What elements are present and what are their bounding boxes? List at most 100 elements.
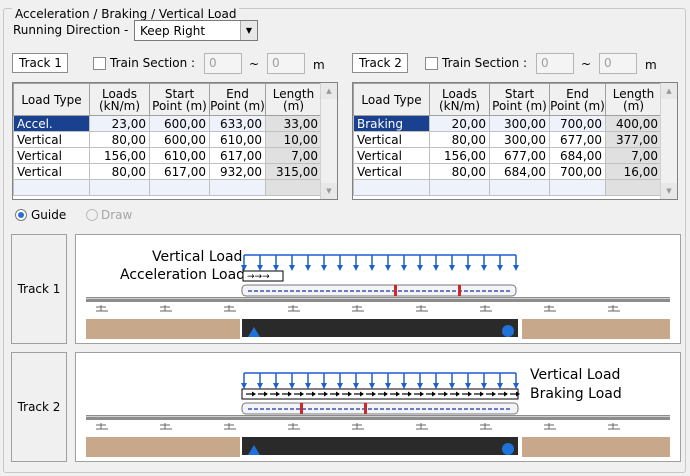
cell-start[interactable]: 610,00 [149,147,210,164]
cell-end[interactable]: 633,00 [209,115,266,132]
col-length[interactable]: Length (m) [265,83,322,116]
cell-start[interactable]: 300,00 [489,131,550,148]
cell-load-type[interactable]: Vertical [13,147,90,164]
cell-end[interactable]: 610,00 [209,131,266,148]
table-row[interactable]: Accel. 23,00 600,00 633,00 33,00 [13,115,322,132]
track2-grid-scrollbar[interactable]: ▲ ▼ [660,83,677,199]
cell-start[interactable]: 600,00 [149,115,210,132]
cell-load-type[interactable]: Vertical [353,163,430,180]
train-icon [241,402,519,415]
cell-load-type[interactable]: Vertical [13,163,90,180]
cell-empty[interactable] [13,179,90,196]
track2-label: Track 2 [352,53,408,73]
track2-section-from-input[interactable]: 0 [536,53,574,74]
col-load-type[interactable]: Load Type [13,83,90,116]
scroll-up-icon[interactable]: ▲ [321,83,337,99]
cell-load-type[interactable]: Vertical [353,131,430,148]
cell-load-type[interactable]: Accel. [13,115,90,132]
cell-empty[interactable] [209,179,266,196]
table-row[interactable]: Vertical 80,00 684,00 700,00 16,00 [353,163,662,180]
track1-train-section-checkbox[interactable] [93,57,106,70]
cell-start[interactable]: 684,00 [489,163,550,180]
cell-load[interactable]: 80,00 [89,163,150,180]
cell-empty[interactable] [353,179,430,196]
load-arrow-head [337,383,343,389]
cell-load[interactable]: 80,00 [89,131,150,148]
scroll-up-icon[interactable]: ▲ [661,83,677,99]
table-row[interactable]: Braking 20,00 300,00 700,00 400,00 [353,115,662,132]
running-direction-select[interactable]: Keep Right ▼ [134,20,258,41]
sleeper-mark [416,305,428,312]
track1-section-from-input[interactable]: 0 [204,53,242,74]
load-arrow-head [417,265,423,271]
guide-radio-label[interactable]: Guide [31,208,66,222]
table-row[interactable]: Vertical 156,00 610,00 617,00 7,00 [13,147,322,164]
col-length[interactable]: Length (m) [605,83,662,116]
track2-section-to-input[interactable]: 0 [599,53,637,74]
track1-section-to-input[interactable]: 0 [267,53,305,74]
cell-empty[interactable] [549,179,606,196]
cell-end[interactable]: 700,00 [549,115,606,132]
col-start-point[interactable]: Start Point (m) [149,83,210,116]
track1-grid-scrollbar[interactable]: ▲ ▼ [320,83,337,199]
col-start-point[interactable]: Start Point (m) [489,83,550,116]
cell-load[interactable]: 20,00 [429,115,490,132]
load-arrow-head [417,383,423,389]
cell-load-type[interactable]: Braking [353,115,430,132]
table-row[interactable]: Vertical 80,00 600,00 610,00 10,00 [13,131,322,148]
col-loads[interactable]: Loads (kN/m) [429,83,490,116]
cell-end[interactable]: 617,00 [209,147,266,164]
chevron-down-icon[interactable]: ▼ [240,21,257,40]
col-end-point[interactable]: End Point (m) [549,83,606,116]
cell-empty[interactable] [89,179,150,196]
guide-radio[interactable] [15,209,27,221]
cell-end[interactable]: 932,00 [209,163,266,180]
cell-end[interactable]: 677,00 [549,131,606,148]
rail-sleepers [96,305,620,312]
load-arrow-head [385,383,391,389]
col-load-type[interactable]: Load Type [353,83,430,116]
sleeper-mark [224,305,236,312]
cell-load[interactable]: 156,00 [89,147,150,164]
cell-load[interactable]: 80,00 [429,163,490,180]
cell-load-type[interactable]: Vertical [13,131,90,148]
draw-radio-label: Draw [101,208,133,222]
vertical-load-arrows [241,372,519,389]
cell-start[interactable]: 300,00 [489,115,550,132]
table-row-new[interactable] [353,179,662,196]
table-row-new[interactable] [13,179,322,196]
cell-length: 377,00 [605,131,662,148]
cell-start[interactable]: 600,00 [149,131,210,148]
cell-start[interactable]: 677,00 [489,147,550,164]
table-row[interactable]: Vertical 80,00 617,00 932,00 315,00 [13,163,322,180]
table-row[interactable]: Vertical 156,00 677,00 684,00 7,00 [353,147,662,164]
track2-load-grid[interactable]: Load Type Loads (kN/m) Start Point (m) E… [352,82,678,200]
diagram2-label-box: Track 2 [11,352,67,462]
cell-load[interactable]: 23,00 [89,115,150,132]
cell-empty[interactable] [429,179,490,196]
running-direction-label: Running Direction - [13,23,129,37]
diagram1-label-box: Track 1 [11,234,67,344]
cell-load[interactable]: 80,00 [429,131,490,148]
cell-start[interactable]: 617,00 [149,163,210,180]
table-row[interactable]: Vertical 80,00 300,00 677,00 377,00 [353,131,662,148]
sleeper-mark [416,423,428,430]
bridge-girder [86,437,670,457]
cell-load-type[interactable]: Vertical [353,147,430,164]
col-end-point[interactable]: End Point (m) [209,83,266,116]
cell-empty[interactable] [489,179,550,196]
cell-end[interactable]: 684,00 [549,147,606,164]
sleeper-mark [288,305,300,312]
cell-end[interactable]: 700,00 [549,163,606,180]
track2-train-section-checkbox[interactable] [425,57,438,70]
cell-load[interactable]: 156,00 [429,147,490,164]
bridge-girder [86,319,670,339]
load-arrow-head [433,383,439,389]
cell-empty[interactable] [149,179,210,196]
scroll-down-icon[interactable]: ▼ [661,183,677,199]
scroll-down-icon[interactable]: ▼ [321,183,337,199]
track1-load-grid[interactable]: Load Type Loads (kN/m) Start Point (m) E… [12,82,338,200]
col-loads[interactable]: Loads (kN/m) [89,83,150,116]
load-arrow-head [321,265,327,271]
sleeper-mark [224,423,236,430]
